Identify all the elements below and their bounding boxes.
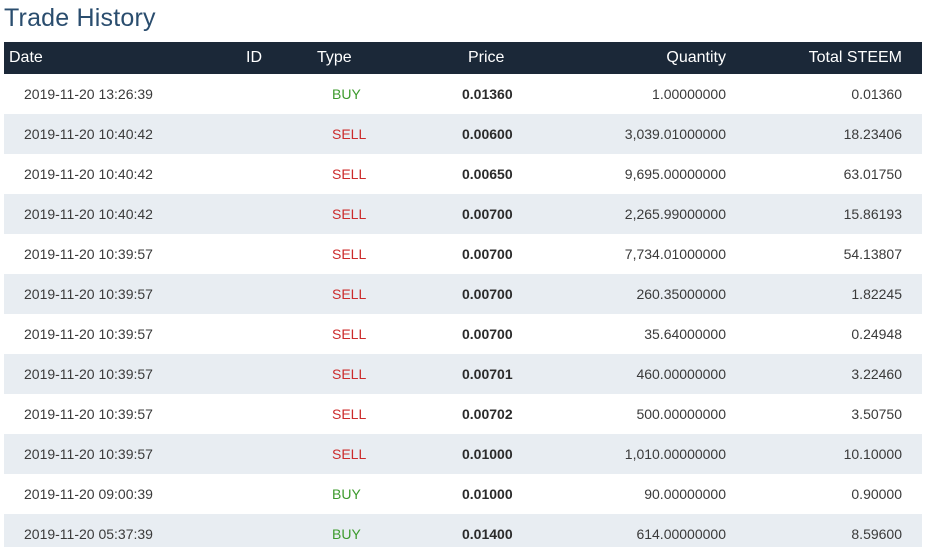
cell-type: BUY xyxy=(332,526,361,542)
cell-price: 0.00650 xyxy=(462,166,513,182)
cell-price: 0.00700 xyxy=(462,286,513,302)
cell-quantity: 9,695.00000000 xyxy=(624,166,726,182)
cell-date: 2019-11-20 10:39:57 xyxy=(24,366,153,382)
cell-date: 2019-11-20 10:39:57 xyxy=(24,406,153,422)
cell-type: SELL xyxy=(332,206,367,222)
cell-total: 63.01750 xyxy=(843,166,902,182)
cell-quantity: 460.00000000 xyxy=(636,366,726,382)
cell-total: 54.13807 xyxy=(843,246,902,262)
cell-type: SELL xyxy=(332,286,367,302)
cell-date: 2019-11-20 10:39:57 xyxy=(24,246,153,262)
cell-price: 0.00600 xyxy=(462,126,513,142)
table-row: 2019-11-20 09:00:39 BUY 0.01000 90.00000000… xyxy=(4,474,922,514)
cell-price: 0.00700 xyxy=(462,206,513,222)
table-row: 2019-11-20 10:39:57 SELL 0.00700 260.350000… xyxy=(4,274,922,314)
table-row: 2019-11-20 13:26:39 BUY 0.01360 1.00000000 0… xyxy=(4,74,922,114)
table-row: 2019-11-20 05:37:39 BUY 0.01400 614.0000000… xyxy=(4,514,922,547)
cell-price: 0.01000 xyxy=(462,446,513,462)
cell-total: 1.82245 xyxy=(851,286,902,302)
cell-type: SELL xyxy=(332,366,367,382)
cell-price: 0.01360 xyxy=(462,86,513,102)
trade-history-table: Date ID Type Price Quantity Total STEEM … xyxy=(4,42,922,547)
cell-total: 0.90000 xyxy=(851,486,902,502)
cell-total: 8.59600 xyxy=(851,526,902,542)
cell-date: 2019-11-20 10:40:42 xyxy=(24,126,153,142)
table-row: 2019-11-20 10:39:57 SELL 0.01000 1,010.0000… xyxy=(4,434,922,474)
column-header-type[interactable]: Type xyxy=(274,49,384,67)
cell-date: 2019-11-20 10:39:57 xyxy=(24,326,153,342)
cell-price: 0.00702 xyxy=(462,406,513,422)
cell-quantity: 260.35000000 xyxy=(636,286,726,302)
cell-type: SELL xyxy=(332,406,367,422)
cell-date: 2019-11-20 05:37:39 xyxy=(24,526,153,542)
column-header-total[interactable]: Total STEEM xyxy=(734,49,922,67)
cell-price: 0.00701 xyxy=(462,366,513,382)
cell-quantity: 1.00000000 xyxy=(652,86,726,102)
cell-total: 3.50750 xyxy=(851,406,902,422)
cell-date: 2019-11-20 13:26:39 xyxy=(24,86,153,102)
table-row: 2019-11-20 10:39:57 SELL 0.00700 7,734.0100… xyxy=(4,234,922,274)
cell-quantity: 500.00000000 xyxy=(636,406,726,422)
table-header: Date ID Type Price Quantity Total STEEM xyxy=(4,42,922,74)
cell-price: 0.01400 xyxy=(462,526,513,542)
column-header-date[interactable]: Date xyxy=(4,49,194,67)
trade-history-panel: Trade History Date ID Type Price Quantit… xyxy=(0,0,934,547)
cell-date: 2019-11-20 09:00:39 xyxy=(24,486,153,502)
cell-quantity: 90.00000000 xyxy=(644,486,726,502)
cell-total: 0.01360 xyxy=(851,86,902,102)
cell-type: BUY xyxy=(332,86,361,102)
table-row: 2019-11-20 10:39:57 SELL 0.00702 500.000000… xyxy=(4,394,922,434)
column-header-quantity[interactable]: Quantity xyxy=(524,49,734,67)
table-row: 2019-11-20 10:39:57 SELL 0.00701 460.000000… xyxy=(4,354,922,394)
cell-date: 2019-11-20 10:40:42 xyxy=(24,206,153,222)
cell-type: SELL xyxy=(332,246,367,262)
cell-type: SELL xyxy=(332,446,367,462)
cell-type: SELL xyxy=(332,166,367,182)
cell-total: 0.24948 xyxy=(851,326,902,342)
table-row: 2019-11-20 10:40:42 SELL 0.00600 3,039.0100… xyxy=(4,114,922,154)
column-header-price[interactable]: Price xyxy=(384,49,524,67)
cell-date: 2019-11-20 10:39:57 xyxy=(24,446,153,462)
cell-quantity: 3,039.01000000 xyxy=(624,126,726,142)
column-header-id[interactable]: ID xyxy=(194,49,274,67)
cell-total: 18.23406 xyxy=(843,126,902,142)
cell-date: 2019-11-20 10:39:57 xyxy=(24,286,153,302)
table-row: 2019-11-20 10:40:42 SELL 0.00700 2,265.9900… xyxy=(4,194,922,234)
cell-type: BUY xyxy=(332,486,361,502)
cell-total: 15.86193 xyxy=(843,206,902,222)
cell-type: SELL xyxy=(332,326,367,342)
cell-quantity: 1,010.00000000 xyxy=(624,446,726,462)
cell-price: 0.00700 xyxy=(462,246,513,262)
cell-quantity: 35.64000000 xyxy=(644,326,726,342)
table-row: 2019-11-20 10:40:42 SELL 0.00650 9,695.0000… xyxy=(4,154,922,194)
page-title: Trade History xyxy=(4,4,156,32)
cell-price: 0.01000 xyxy=(462,486,513,502)
table-body: 2019-11-20 13:26:39 BUY 0.01360 1.00000000 0… xyxy=(4,74,922,547)
cell-total: 3.22460 xyxy=(851,366,902,382)
cell-total: 10.10000 xyxy=(843,446,902,462)
table-row: 2019-11-20 10:39:57 SELL 0.00700 35.6400000… xyxy=(4,314,922,354)
cell-quantity: 2,265.99000000 xyxy=(624,206,726,222)
cell-type: SELL xyxy=(332,126,367,142)
cell-quantity: 614.00000000 xyxy=(636,526,726,542)
cell-quantity: 7,734.01000000 xyxy=(624,246,726,262)
cell-date: 2019-11-20 10:40:42 xyxy=(24,166,153,182)
cell-price: 0.00700 xyxy=(462,326,513,342)
